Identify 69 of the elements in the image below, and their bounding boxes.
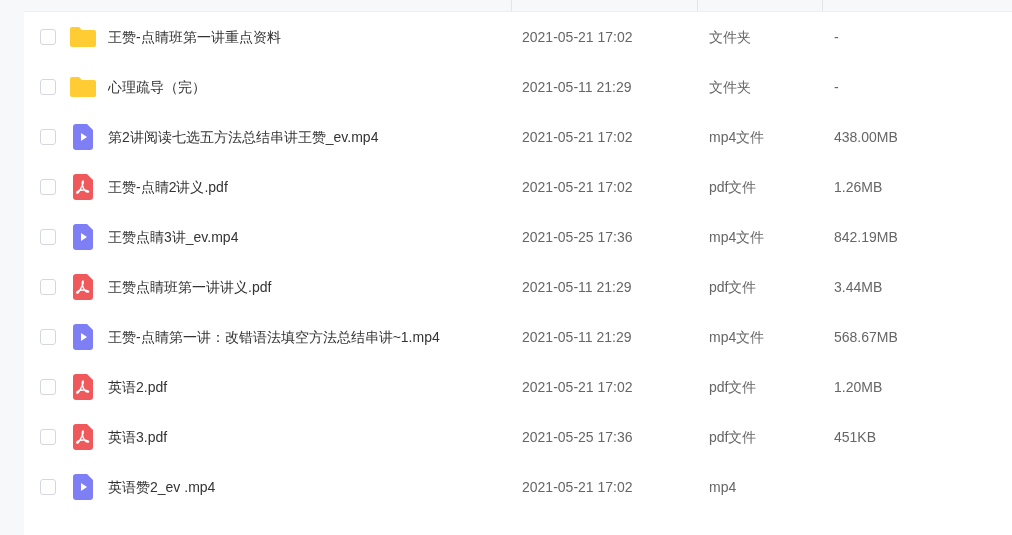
modified-date: 2021-05-11 21:29 bbox=[521, 327, 633, 347]
file-size: 568.67MB bbox=[833, 327, 898, 347]
file-size: 842.19MB bbox=[833, 227, 898, 247]
file-size: 1.26MB bbox=[833, 177, 883, 197]
file-size: 3.44MB bbox=[833, 277, 883, 297]
file-row[interactable]: 心理疏导（完） 2021-05-11 21:29 文件夹 - bbox=[24, 62, 1012, 112]
file-size: - bbox=[833, 77, 839, 97]
checkbox[interactable] bbox=[40, 279, 56, 295]
file-name[interactable]: 英语3.pdf bbox=[108, 426, 168, 448]
file-row[interactable]: 王赞点睛3讲_ev.mp4 2021-05-25 17:36 mp4文件 842.19MB bbox=[24, 212, 1012, 262]
file-type: 文件夹 bbox=[708, 27, 752, 47]
file-name[interactable]: 王赞点睛班第一讲讲义.pdf bbox=[108, 276, 272, 298]
folder-icon bbox=[70, 77, 96, 97]
file-row[interactable]: 英语2.pdf 2021-05-21 17:02 pdf文件 1.20MB bbox=[24, 362, 1012, 412]
file-name[interactable]: 第2讲阅读七选五方法总结串讲王赞_ev.mp4 bbox=[108, 126, 379, 148]
file-row[interactable]: 王赞-点睛2讲义.pdf 2021-05-21 17:02 pdf文件 1.26MB bbox=[24, 162, 1012, 212]
modified-date: 2021-05-21 17:02 bbox=[521, 477, 634, 497]
file-name[interactable]: 心理疏导（完） bbox=[108, 76, 206, 98]
file-size: 438.00MB bbox=[833, 127, 898, 147]
file-name[interactable]: 王赞-点睛2讲义.pdf bbox=[108, 176, 228, 198]
checkbox[interactable] bbox=[40, 79, 56, 95]
modified-date: 2021-05-21 17:02 bbox=[521, 377, 634, 397]
file-name[interactable]: 王赞-点睛班第一讲重点资料 bbox=[108, 26, 281, 48]
file-row[interactable]: 第2讲阅读七选五方法总结串讲王赞_ev.mp4 2021-05-21 17:02 mp4文件 438.00MB bbox=[24, 112, 1012, 162]
video-file-icon bbox=[73, 224, 93, 250]
pdf-file-icon bbox=[73, 174, 93, 200]
file-size: 451KB bbox=[833, 427, 877, 447]
checkbox[interactable] bbox=[40, 379, 56, 395]
modified-date: 2021-05-25 17:36 bbox=[521, 427, 634, 447]
modified-date: 2021-05-21 17:02 bbox=[521, 127, 634, 147]
checkbox[interactable] bbox=[40, 429, 56, 445]
file-name[interactable]: 王赞点睛3讲_ev.mp4 bbox=[108, 226, 239, 248]
pdf-file-icon bbox=[73, 424, 93, 450]
file-size: 1.20MB bbox=[833, 377, 883, 397]
file-name[interactable]: 英语赞2_ev .mp4 bbox=[108, 476, 216, 498]
file-row[interactable]: 王赞-点睛班第一讲重点资料 2021-05-21 17:02 文件夹 - bbox=[24, 12, 1012, 62]
file-row[interactable]: 王赞点睛班第一讲讲义.pdf 2021-05-11 21:29 pdf文件 3.44MB bbox=[24, 262, 1012, 312]
checkbox[interactable] bbox=[40, 179, 56, 195]
file-row[interactable]: 英语赞2_ev .mp4 2021-05-21 17:02 mp4 bbox=[24, 462, 1012, 512]
file-type: pdf文件 bbox=[708, 177, 758, 197]
video-file-icon bbox=[73, 474, 93, 500]
checkbox[interactable] bbox=[40, 329, 56, 345]
file-type: mp4文件 bbox=[708, 327, 766, 347]
modified-date: 2021-05-21 17:02 bbox=[521, 177, 634, 197]
video-file-icon bbox=[73, 124, 93, 150]
checkbox[interactable] bbox=[40, 229, 56, 245]
checkbox[interactable] bbox=[40, 29, 56, 45]
modified-date: 2021-05-21 17:02 bbox=[521, 27, 634, 47]
video-file-icon bbox=[73, 324, 93, 350]
file-name[interactable]: 英语2.pdf bbox=[108, 376, 168, 398]
modified-date: 2021-05-11 21:29 bbox=[521, 277, 633, 297]
pdf-file-icon bbox=[73, 374, 93, 400]
file-type: mp4 bbox=[708, 477, 738, 497]
file-type: pdf文件 bbox=[708, 427, 758, 447]
file-type: pdf文件 bbox=[708, 277, 758, 297]
file-row[interactable]: 王赞-点睛第一讲：改错语法填空方法总结串讲~1.mp4 2021-05-11 21:29 mp4文件 568.67MB bbox=[24, 312, 1012, 362]
checkbox[interactable] bbox=[40, 129, 56, 145]
modified-date: 2021-05-25 17:36 bbox=[521, 227, 634, 247]
file-type: mp4文件 bbox=[708, 227, 766, 247]
file-type: pdf文件 bbox=[708, 377, 758, 397]
file-row[interactable]: 英语3.pdf 2021-05-25 17:36 pdf文件 451KB bbox=[24, 412, 1012, 462]
file-type: 文件夹 bbox=[708, 77, 752, 97]
file-type: mp4文件 bbox=[708, 127, 766, 147]
file-size: - bbox=[833, 27, 839, 47]
file-name[interactable]: 王赞-点睛第一讲：改错语法填空方法总结串讲~1.mp4 bbox=[108, 326, 440, 348]
pdf-file-icon bbox=[73, 274, 93, 300]
folder-icon bbox=[70, 27, 96, 47]
checkbox[interactable] bbox=[40, 479, 56, 495]
modified-date: 2021-05-11 21:29 bbox=[521, 77, 633, 97]
